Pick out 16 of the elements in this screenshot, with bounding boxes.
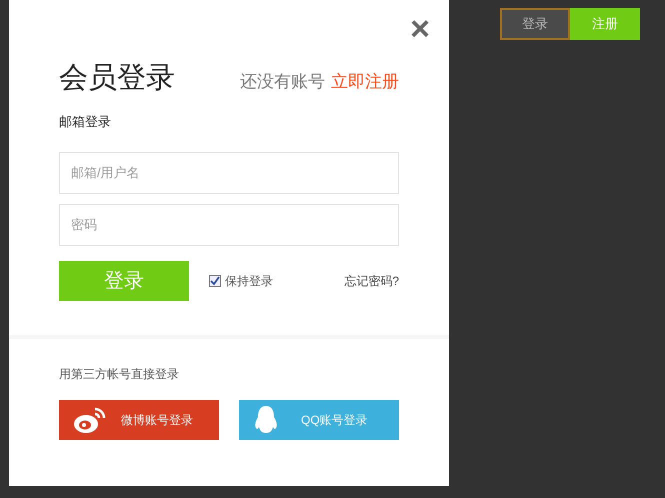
third-party-label: 用第三方帐号直接登录 xyxy=(59,366,180,382)
remember-label: 保持登录 xyxy=(225,272,273,290)
register-link[interactable]: 立即注册 xyxy=(331,68,399,94)
qq-login-button[interactable]: QQ账号登录 xyxy=(239,400,399,440)
login-header-button[interactable]: 登录 xyxy=(500,8,570,40)
close-button[interactable]: × xyxy=(410,12,430,46)
username-field[interactable]: 邮箱/用户名 xyxy=(59,152,399,194)
password-field[interactable]: 密码 xyxy=(59,204,399,246)
weibo-login-button[interactable]: 微博账号登录 xyxy=(59,400,219,440)
penguin-icon xyxy=(253,404,279,434)
section-label: 邮箱登录 xyxy=(59,113,112,131)
register-prompt: 还没有账号 xyxy=(240,70,325,92)
weibo-logo-icon xyxy=(73,406,107,434)
forgot-password-link[interactable]: 忘记密码? xyxy=(344,272,399,290)
dialog-title: 会员登录 xyxy=(59,61,175,96)
remember-checkbox[interactable] xyxy=(209,274,221,286)
